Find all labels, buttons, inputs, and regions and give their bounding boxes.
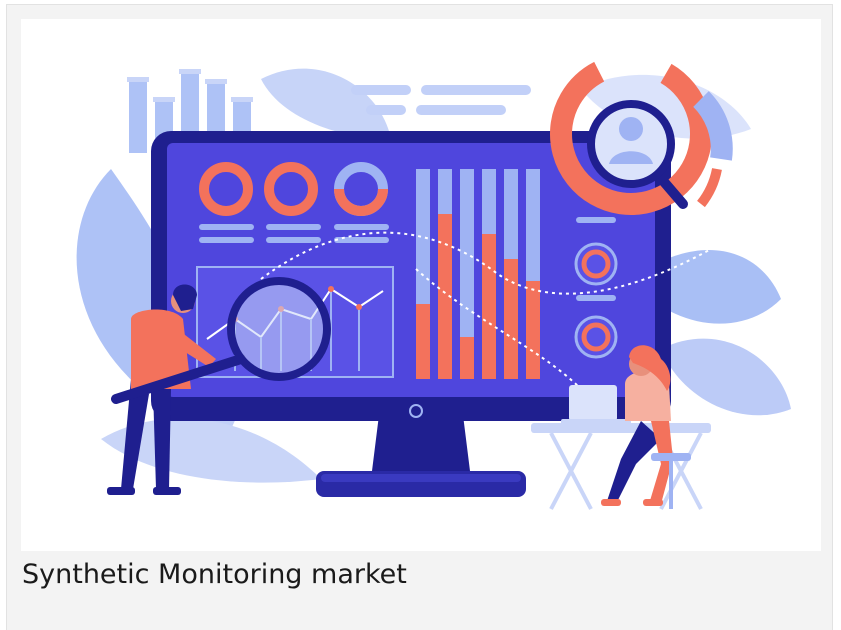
image-card[interactable]: Synthetic Monitoring market [6,4,833,630]
illustration-image[interactable] [21,19,821,551]
image-caption[interactable]: Synthetic Monitoring market [22,559,407,590]
top-text-lines [351,85,531,115]
analytics-dashboard-illustration [76,53,791,510]
